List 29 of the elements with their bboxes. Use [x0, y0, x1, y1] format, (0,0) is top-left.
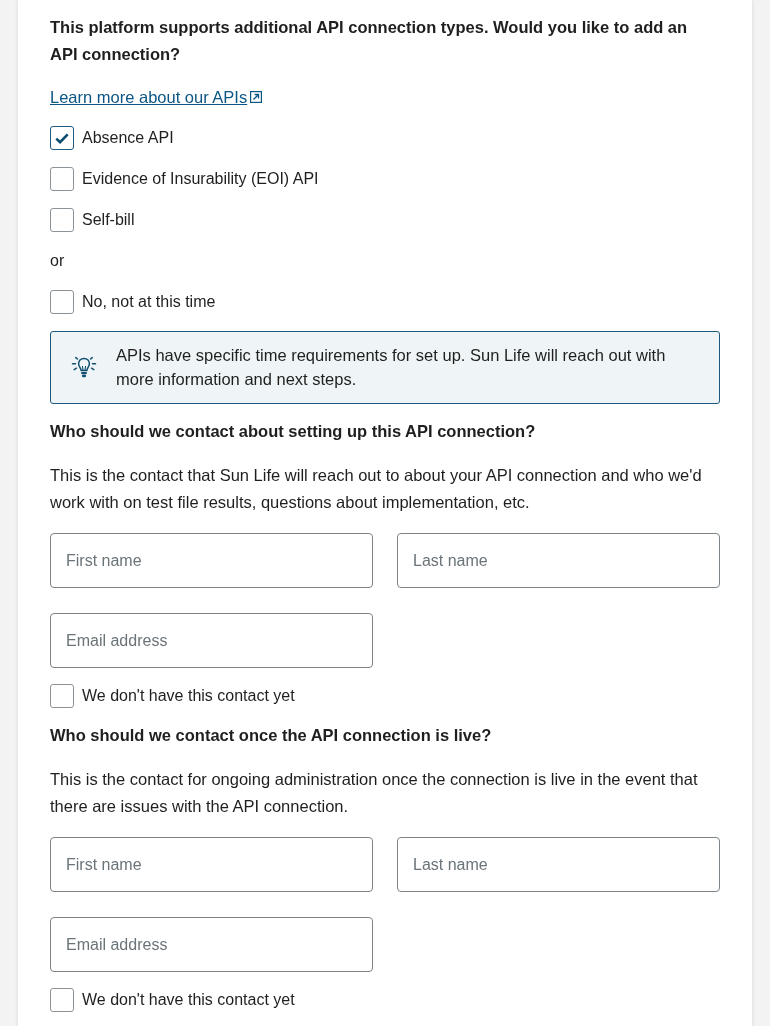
first-name-field[interactable]: First name: [50, 837, 373, 892]
section-heading: Who should we contact once the API connection is live?: [50, 725, 493, 746]
checkbox[interactable]: [50, 126, 74, 150]
email-field[interactable]: Email address: [50, 917, 373, 972]
check-icon: [55, 132, 69, 144]
separator-text: or: [50, 251, 65, 271]
lightbulb-icon: [71, 355, 97, 379]
section-description: This is the contact that Sun Life will reach out to about your API connection and who we'd work with on test file results, questions about implementation, etc.: [50, 465, 703, 513]
section-description: This is the contact for ongoing administration once the connection is live in the event that there are issues with the API connection.: [50, 769, 699, 817]
question-heading: This platform supports additional API connection types. Would you like to add an API connection?: [50, 17, 689, 65]
checkbox[interactable]: [50, 208, 74, 232]
checkbox-label[interactable]: Absence API: [82, 126, 174, 150]
last-name-field[interactable]: Last name: [397, 837, 720, 892]
checkbox-label[interactable]: Evidence of Insurability (EOI) API: [82, 167, 319, 191]
last-name-field[interactable]: Last name: [397, 533, 720, 588]
checkbox-label[interactable]: We don't have this contact yet: [82, 988, 295, 1012]
external-link-icon: [250, 91, 263, 103]
checkbox[interactable]: [50, 167, 74, 191]
checkbox-label[interactable]: Self-bill: [82, 208, 135, 232]
first-name-field[interactable]: First name: [50, 533, 373, 588]
checkbox[interactable]: [50, 988, 74, 1012]
checkbox-label[interactable]: We don't have this contact yet: [82, 684, 295, 708]
email-field[interactable]: Email address: [50, 613, 373, 668]
info-text: APIs have specific time requirements for set up. Sun Life will reach out with more information and next steps.: [116, 345, 667, 390]
checkbox[interactable]: [50, 290, 74, 314]
learn-more-link[interactable]: Learn more about our APIs: [50, 85, 263, 109]
checkbox[interactable]: [50, 684, 74, 708]
checkbox-label[interactable]: No, not at this time: [82, 290, 216, 314]
section-heading: Who should we contact about setting up this API connection?: [50, 421, 537, 442]
